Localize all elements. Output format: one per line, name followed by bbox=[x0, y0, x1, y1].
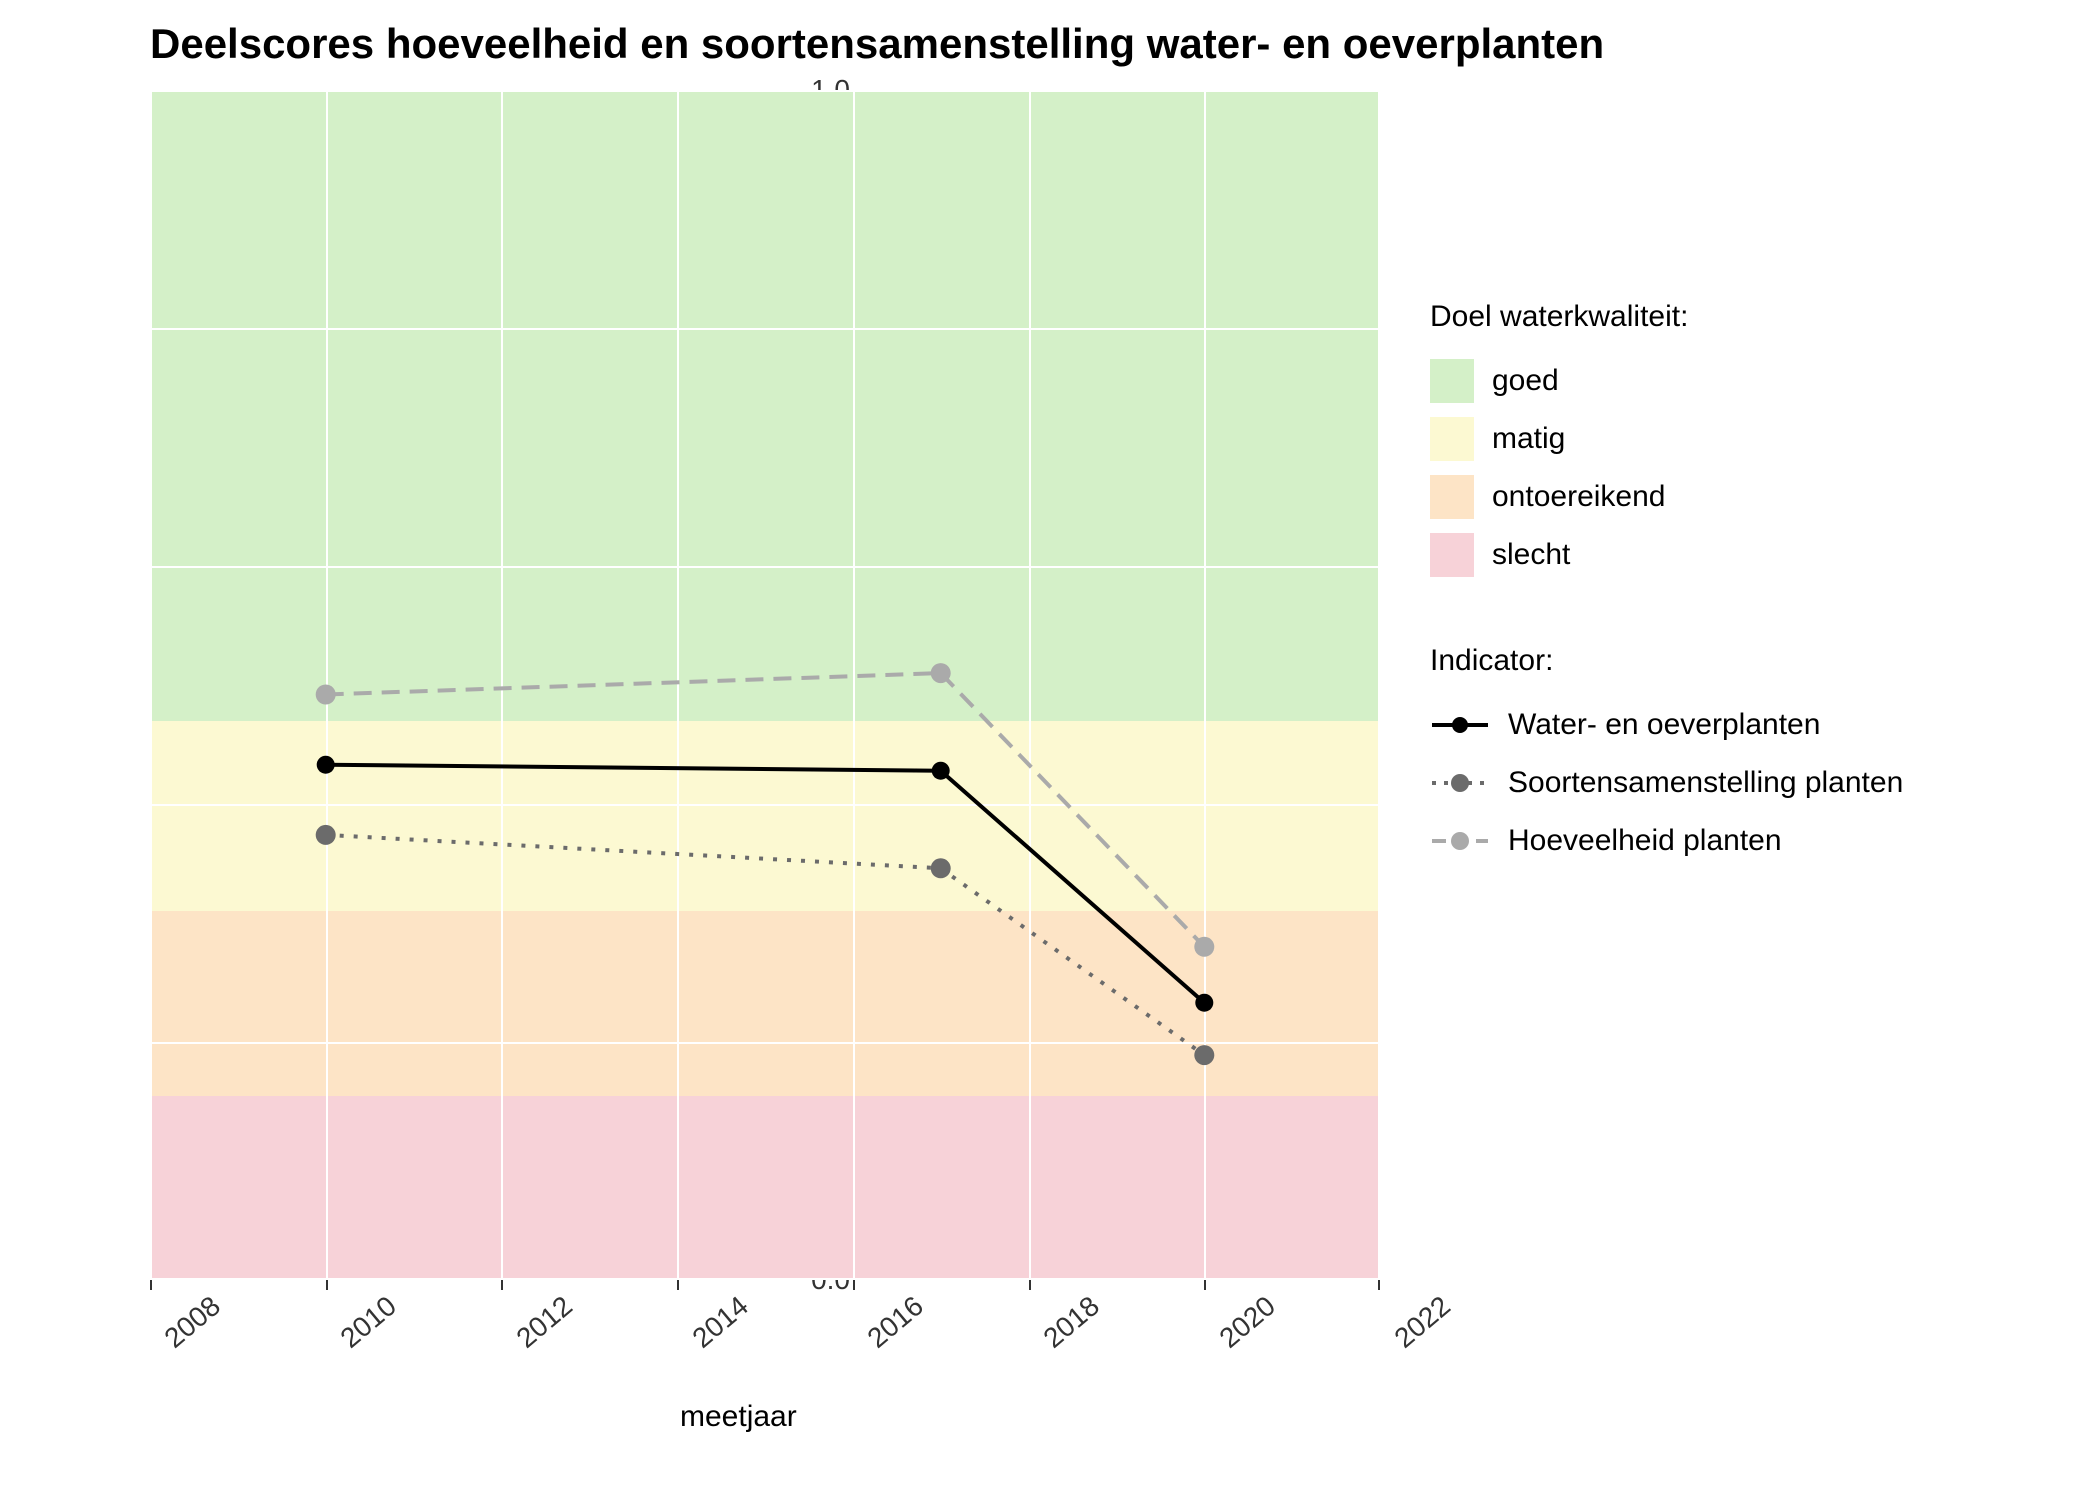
x-tick bbox=[1029, 1280, 1031, 1290]
series-hoeveelheid-planten bbox=[326, 673, 1205, 947]
x-tick-label: 2010 bbox=[334, 1290, 402, 1355]
point-marker bbox=[317, 756, 335, 774]
legend-label: Water- en oeverplanten bbox=[1508, 708, 1820, 742]
legend-line-icon bbox=[1430, 705, 1490, 745]
x-tick-label: 2018 bbox=[1037, 1290, 1105, 1355]
legend-item-ontoereikend: ontoereikend bbox=[1430, 468, 1903, 526]
x-tick-label: 2012 bbox=[510, 1290, 578, 1355]
x-tick bbox=[326, 1280, 328, 1290]
swatch-ontoereikend-icon bbox=[1430, 475, 1474, 519]
legend-label: slecht bbox=[1492, 538, 1570, 572]
swatch-slecht-icon bbox=[1430, 533, 1474, 577]
x-axis-title: meetjaar bbox=[680, 1400, 797, 1434]
legend-label: ontoereikend bbox=[1492, 480, 1665, 514]
x-tick bbox=[677, 1280, 679, 1290]
legend-indicator-title: Indicator: bbox=[1430, 644, 1903, 678]
x-tick-label: 2016 bbox=[861, 1290, 929, 1355]
legend-item-soortensamenstelling: Soortensamenstelling planten bbox=[1430, 754, 1903, 812]
series-soortensamenstelling bbox=[326, 835, 1205, 1055]
legend-line-icon bbox=[1430, 763, 1490, 803]
x-tick-label: 2022 bbox=[1388, 1290, 1456, 1355]
legend-item-hoeveelheid: Hoeveelheid planten bbox=[1430, 812, 1903, 870]
point-marker bbox=[316, 825, 336, 845]
x-tick bbox=[501, 1280, 503, 1290]
x-tick-label: 2014 bbox=[686, 1290, 754, 1355]
point-marker bbox=[932, 762, 950, 780]
x-tick bbox=[1378, 1280, 1380, 1290]
swatch-matig-icon bbox=[1430, 417, 1474, 461]
x-tick-label: 2008 bbox=[158, 1290, 226, 1355]
x-axis bbox=[150, 1280, 1380, 1292]
plot-area bbox=[150, 90, 1380, 1280]
point-marker bbox=[1194, 937, 1214, 957]
chart-title: Deelscores hoeveelheid en soortensamenst… bbox=[150, 20, 1604, 68]
x-tick-label: 2020 bbox=[1213, 1290, 1281, 1355]
legend-line-icon bbox=[1430, 821, 1490, 861]
point-marker bbox=[931, 858, 951, 878]
legend-item-goed: goed bbox=[1430, 352, 1903, 410]
legend-label: goed bbox=[1492, 364, 1559, 398]
x-tick bbox=[1204, 1280, 1206, 1290]
point-marker bbox=[931, 663, 951, 683]
x-tick bbox=[150, 1280, 152, 1290]
legend-item-slecht: slecht bbox=[1430, 526, 1903, 584]
legend-item-water-oeverplanten: Water- en oeverplanten bbox=[1430, 696, 1903, 754]
legend-label: Hoeveelheid planten bbox=[1508, 824, 1782, 858]
point-marker bbox=[1194, 1045, 1214, 1065]
legend-quality-title: Doel waterkwaliteit: bbox=[1430, 300, 1903, 334]
swatch-goed-icon bbox=[1430, 359, 1474, 403]
series-water-oeverplanten bbox=[326, 765, 1205, 1003]
legend: Doel waterkwaliteit: goed matig ontoerei… bbox=[1430, 300, 1903, 870]
legend-label: Soortensamenstelling planten bbox=[1508, 766, 1903, 800]
legend-item-matig: matig bbox=[1430, 410, 1903, 468]
point-marker bbox=[1195, 994, 1213, 1012]
legend-label: matig bbox=[1492, 422, 1565, 456]
chart-container: Deelscores hoeveelheid en soortensamenst… bbox=[0, 0, 2100, 1500]
point-marker bbox=[316, 685, 336, 705]
x-tick bbox=[853, 1280, 855, 1290]
series-svg bbox=[150, 90, 1380, 1280]
